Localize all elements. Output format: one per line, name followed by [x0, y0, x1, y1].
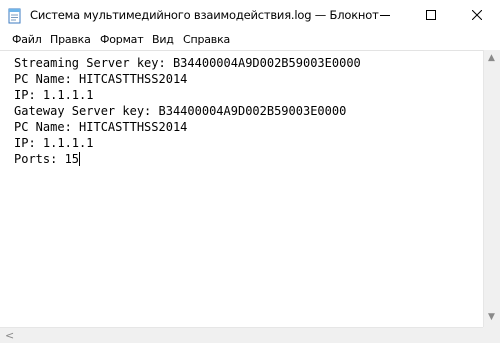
menu-file[interactable]: Файл: [12, 33, 42, 46]
scroll-up-icon[interactable]: ▲: [488, 53, 495, 63]
text-editor[interactable]: Streaming Server key: B34400004A9D002B59…: [0, 50, 483, 327]
text-line: Ports: 15: [14, 152, 80, 166]
menu-edit[interactable]: Правка: [50, 33, 91, 46]
menu-bar: Файл Правка Формат Вид Справка: [0, 30, 500, 50]
maximize-icon: [426, 10, 436, 20]
close-button[interactable]: [454, 0, 500, 30]
minimize-button[interactable]: [362, 0, 408, 30]
text-line: PC Name: HITCASTTHSS2014: [14, 120, 188, 134]
text-line: IP: 1.1.1.1: [14, 136, 94, 150]
text-line: Gateway Server key: B34400004A9D002B5900…: [14, 104, 347, 118]
text-line: IP: 1.1.1.1: [14, 88, 94, 102]
text-line: PC Name: HITCASTTHSS2014: [14, 72, 188, 86]
vertical-scroll-track[interactable]: [486, 67, 498, 307]
maximize-button[interactable]: [408, 0, 454, 30]
menu-format[interactable]: Формат: [100, 33, 144, 46]
horizontal-scrollbar[interactable]: <: [0, 327, 483, 343]
scroll-down-icon[interactable]: ▼: [488, 312, 495, 322]
window-title: Система мультимедийного взаимодействия.l…: [30, 8, 379, 22]
text-caret: [79, 152, 80, 166]
close-icon: [472, 10, 482, 20]
title-bar[interactable]: Система мультимедийного взаимодействия.l…: [0, 0, 500, 30]
notepad-app-icon[interactable]: [8, 8, 22, 24]
minimize-icon: [380, 10, 390, 20]
menu-help[interactable]: Справка: [183, 33, 230, 46]
vertical-scrollbar[interactable]: ▲ ▼: [483, 50, 500, 327]
text-line: Streaming Server key: B34400004A9D002B59…: [14, 56, 361, 70]
scrollbar-corner: [483, 327, 500, 343]
notepad-window: Система мультимедийного взаимодействия.l…: [0, 0, 500, 343]
menu-view[interactable]: Вид: [152, 33, 174, 46]
scroll-left-icon[interactable]: <: [5, 329, 14, 342]
